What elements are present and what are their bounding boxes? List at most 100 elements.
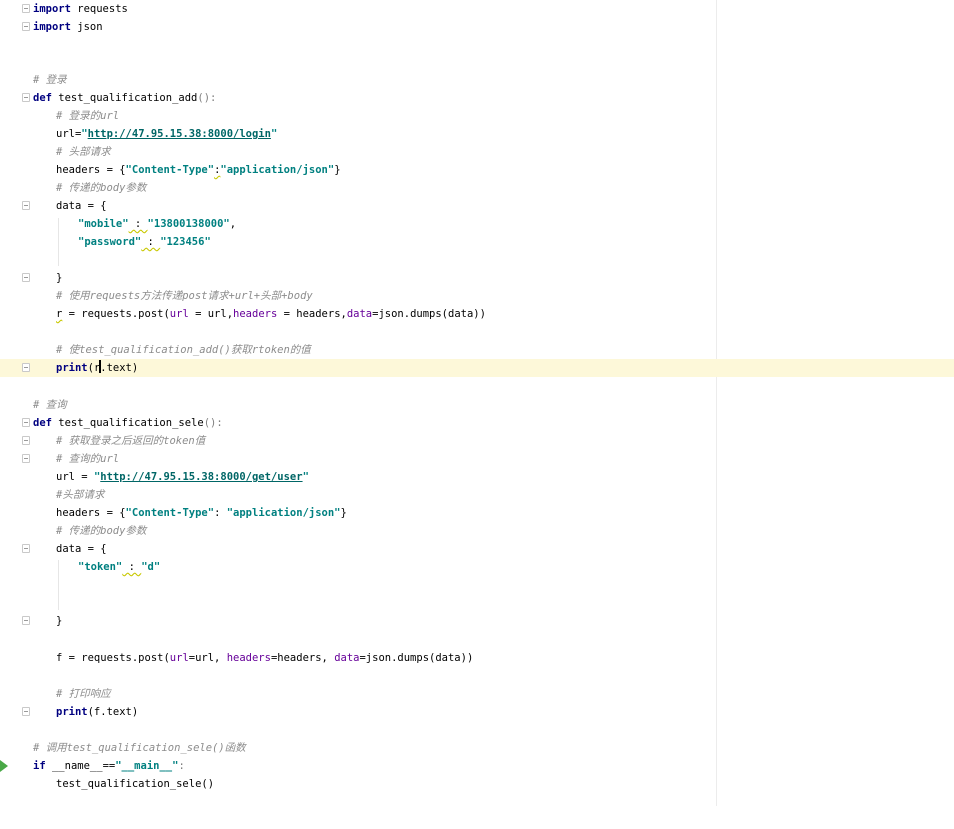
code-line[interactable]: if __name__=="__main__": (0, 757, 954, 775)
code-editor[interactable]: import requests import json # 登录 def tes… (0, 0, 954, 806)
parameter: headers (226, 652, 271, 664)
comment: # 查询 (33, 399, 67, 411)
parameter: url (169, 652, 189, 664)
string: " (270, 128, 278, 140)
code-line[interactable]: # 传递的body参数 (0, 522, 954, 540)
code-line[interactable]: # 调用test_qualification_sele()函数 (0, 739, 954, 757)
code-text: .text) (100, 362, 139, 374)
comment: # 调用test_qualification_sele()函数 (33, 742, 246, 754)
fold-marker-icon[interactable] (22, 93, 30, 102)
code-text: } (56, 272, 63, 284)
fold-marker-icon[interactable] (22, 616, 30, 625)
keyword: if (33, 760, 46, 772)
code-line[interactable]: # 查询 (0, 396, 954, 414)
code-text: f = requests.post( (56, 652, 170, 664)
keyword: def (33, 417, 52, 429)
url-link[interactable]: http://47.95.15.38:8000/get/user (100, 471, 302, 483)
code-text: : (122, 561, 142, 573)
code-text: = headers, (277, 308, 347, 320)
code-line[interactable]: # 登录的url (0, 107, 954, 125)
comment: # 打印响应 (56, 688, 111, 700)
code-text: } (56, 615, 63, 627)
code-line[interactable]: # 打印响应 (0, 685, 954, 703)
fold-marker-icon[interactable] (22, 201, 30, 210)
code-line[interactable]: # 登录 (0, 71, 954, 89)
fold-marker-icon[interactable] (22, 22, 30, 31)
keyword: print (56, 706, 88, 718)
code-line[interactable]: "token" : "d" (0, 558, 954, 576)
string: "d" (141, 561, 161, 573)
comment: # 登录的url (56, 110, 120, 122)
url-link[interactable]: http://47.95.15.38:8000/login (88, 128, 271, 140)
comment: # 传递的body参数 (56, 525, 147, 537)
code-line[interactable]: headers = {"Content-Type": "application/… (0, 504, 954, 522)
code-text: url= (56, 128, 82, 140)
string: "password" (78, 236, 142, 248)
current-code-line[interactable]: print(r.text) (0, 359, 954, 377)
code-line[interactable]: # 使test_qualification_add()获取rtoken的值 (0, 341, 954, 359)
run-icon[interactable] (0, 760, 8, 772)
fold-marker-icon[interactable] (22, 4, 30, 13)
code-line[interactable]: import requests (0, 0, 954, 18)
parameter: url (169, 308, 189, 320)
fold-marker-icon[interactable] (22, 454, 30, 463)
code-line[interactable]: # 传递的body参数 (0, 179, 954, 197)
code-line[interactable]: r = requests.post(url = url,headers = he… (0, 305, 954, 323)
code-line[interactable]: } (0, 269, 954, 287)
code-text: headers = { (56, 164, 126, 176)
fold-marker-icon[interactable] (22, 418, 30, 427)
code-text: requests (70, 3, 128, 15)
code-text: = requests.post( (62, 308, 170, 320)
code-text: : (128, 218, 148, 230)
keyword: import (33, 21, 71, 33)
code-line[interactable]: print(f.text) (0, 703, 954, 721)
comment: # 传递的body参数 (56, 182, 147, 194)
string: " (302, 471, 309, 483)
code-text: =url, (188, 652, 227, 664)
code-line[interactable]: "password" : "123456" (0, 233, 954, 251)
function-name: test_qualification_add (51, 92, 198, 104)
code-text: data = { (56, 200, 107, 212)
fold-marker-icon[interactable] (22, 707, 30, 716)
code-line[interactable]: # 查询的url (0, 450, 954, 468)
code-text: test_qualification_sele() (56, 778, 215, 790)
fold-marker-icon[interactable] (22, 436, 30, 445)
code-line[interactable]: "mobile" : "13800138000", (0, 215, 954, 233)
fold-marker-icon[interactable] (22, 273, 30, 282)
code-line[interactable]: test_qualification_sele() (0, 775, 954, 793)
fold-marker-icon[interactable] (22, 363, 30, 372)
code-line[interactable]: def test_qualification_sele(): (0, 414, 954, 432)
function-name: test_qualification_sele (51, 417, 204, 429)
string: "Content-Type" (125, 507, 215, 519)
comment: # 使test_qualification_add()获取rtoken的值 (56, 344, 311, 356)
code-line[interactable]: } (0, 612, 954, 630)
code-text: (f.text) (87, 706, 139, 718)
code-line[interactable]: # 获取登录之后返回的token值 (0, 432, 954, 450)
code-text: (): (203, 417, 223, 429)
code-text: =headers, (270, 652, 335, 664)
code-text: =json.dumps(data)) (359, 652, 474, 664)
code-text: url = (56, 471, 94, 483)
code-line[interactable]: #头部请求 (0, 486, 954, 504)
code-text: } (340, 507, 347, 519)
code-line[interactable]: url="http://47.95.15.38:8000/login" (0, 125, 954, 143)
code-line[interactable]: headers = {"Content-Type":"application/j… (0, 161, 954, 179)
code-line[interactable]: def test_qualification_add(): (0, 89, 954, 107)
code-text: : (178, 760, 185, 772)
code-line[interactable]: url = "http://47.95.15.38:8000/get/user" (0, 468, 954, 486)
code-line[interactable]: # 使用requests方法传递post请求+url+头部+body (0, 287, 954, 305)
string: "13800138000" (147, 218, 230, 230)
code-line[interactable]: import json (0, 18, 954, 36)
code-line[interactable]: data = { (0, 197, 954, 215)
comment: # 查询的url (56, 453, 120, 465)
code-line[interactable]: f = requests.post(url=url, headers=heade… (0, 649, 954, 667)
comment: # 使用requests方法传递post请求+url+头部+body (56, 290, 313, 302)
fold-marker-icon[interactable] (22, 544, 30, 553)
code-line[interactable]: # 头部请求 (0, 143, 954, 161)
string: "__main__" (115, 760, 179, 772)
code-text: } (334, 164, 341, 176)
code-text: : (141, 236, 161, 248)
code-text: =json.dumps(data)) (372, 308, 486, 320)
code-line[interactable]: data = { (0, 540, 954, 558)
comment: # 获取登录之后返回的token值 (56, 435, 206, 447)
